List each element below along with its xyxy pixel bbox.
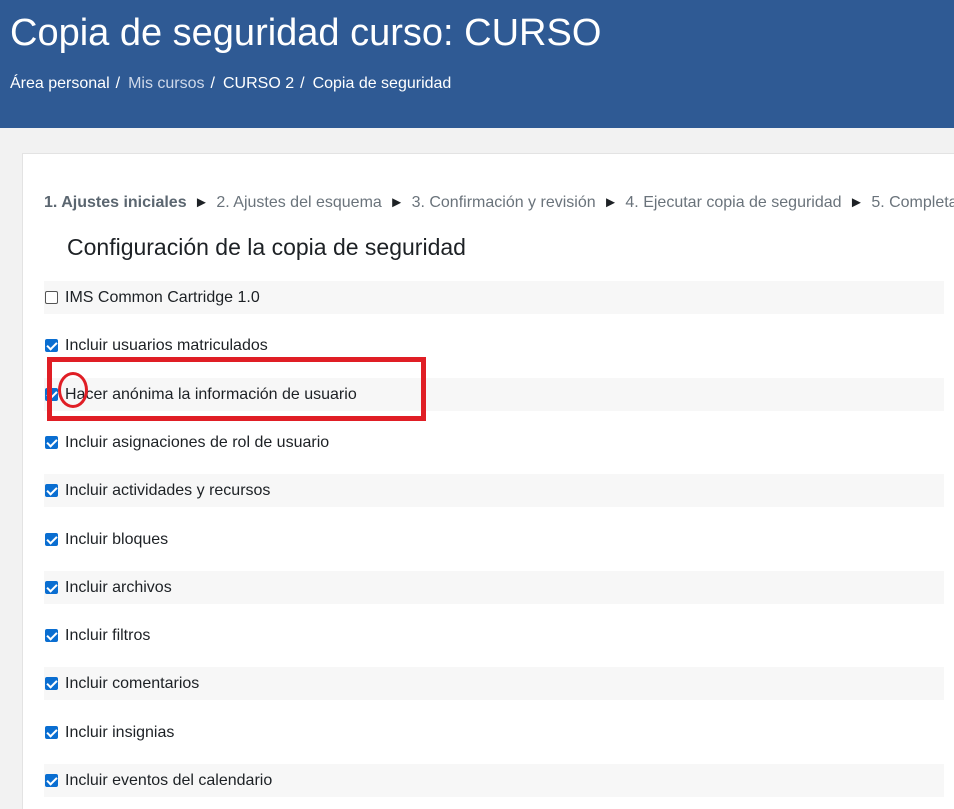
backup-option-row[interactable]: Incluir usuarios matriculados	[44, 329, 944, 362]
option-label: Hacer anónima la información de usuario	[65, 385, 357, 403]
backup-option-row[interactable]: Incluir comentarios	[44, 667, 944, 700]
option-label: Incluir bloques	[65, 530, 169, 548]
breadcrumb-item-curso[interactable]: CURSO 2	[223, 75, 294, 93]
option-checkbox[interactable]	[45, 436, 58, 449]
option-label: IMS Common Cartridge 1.0	[65, 288, 260, 306]
backup-option-row[interactable]: IMS Common Cartridge 1.0	[44, 281, 944, 314]
option-label: Incluir filtros	[65, 626, 151, 644]
breadcrumb-item-copia-de-seguridad[interactable]: Copia de seguridad	[313, 75, 452, 93]
step-completar: 5. Completar	[871, 194, 954, 211]
breadcrumb: Área personal / Mis cursos / CURSO 2 / C…	[10, 75, 451, 93]
backup-option-row[interactable]: Incluir eventos del calendario	[44, 764, 944, 797]
option-label: Incluir eventos del calendario	[65, 771, 273, 789]
option-checkbox[interactable]	[45, 677, 58, 690]
breadcrumb-separator: /	[300, 75, 305, 92]
step-ajustes-esquema: 2. Ajustes del esquema	[216, 194, 382, 211]
option-label: Incluir usuarios matriculados	[65, 336, 268, 354]
option-checkbox[interactable]	[45, 339, 58, 352]
option-label: Incluir insignias	[65, 723, 175, 741]
option-label: Incluir comentarios	[65, 674, 200, 692]
backup-option-row[interactable]: Hacer anónima la información de usuario	[44, 378, 944, 411]
page-title: Copia de seguridad curso: CURSO	[10, 12, 602, 54]
breadcrumb-separator: /	[115, 75, 121, 92]
option-label: Incluir asignaciones de rol de usuario	[65, 433, 330, 451]
option-checkbox[interactable]	[45, 533, 58, 546]
option-checkbox[interactable]	[45, 484, 58, 497]
backup-option-row[interactable]: Incluir filtros	[44, 619, 944, 652]
option-checkbox[interactable]	[45, 629, 58, 642]
option-checkbox[interactable]	[45, 774, 58, 787]
option-checkbox[interactable]	[45, 581, 58, 594]
breadcrumb-item-area-personal[interactable]: Área personal	[10, 75, 110, 93]
breadcrumb-item-mis-cursos[interactable]: Mis cursos	[128, 75, 204, 93]
backup-option-row[interactable]: Incluir asignaciones de rol de usuario	[44, 426, 944, 459]
backup-progress-steps: 1. Ajustes iniciales ► 2. Ajustes del es…	[44, 194, 954, 212]
step-ejecutar-copia: 4. Ejecutar copia de seguridad	[625, 194, 842, 211]
backup-option-row[interactable]: Incluir bloques	[44, 523, 944, 556]
step-confirmacion: 3. Confirmación y revisión	[411, 194, 596, 211]
option-label: Incluir archivos	[65, 578, 172, 596]
section-title: Configuración de la copia de seguridad	[67, 234, 466, 260]
option-checkbox[interactable]	[45, 291, 58, 304]
backup-option-row[interactable]: Incluir actividades y recursos	[44, 474, 944, 507]
step-arrow-icon: ►	[603, 194, 618, 211]
breadcrumb-separator: /	[210, 75, 215, 92]
step-arrow-icon: ►	[389, 194, 405, 211]
page-header: Copia de seguridad curso: CURSO Área per…	[0, 0, 954, 128]
step-arrow-icon: ►	[849, 194, 864, 211]
step-ajustes-iniciales: 1. Ajustes iniciales	[44, 194, 187, 211]
step-arrow-icon: ►	[194, 194, 209, 211]
option-checkbox[interactable]	[45, 388, 58, 401]
option-label: Incluir actividades y recursos	[65, 481, 271, 499]
backup-option-row[interactable]: Incluir archivos	[44, 571, 944, 604]
option-checkbox[interactable]	[45, 726, 58, 739]
backup-option-row[interactable]: Incluir insignias	[44, 716, 944, 749]
